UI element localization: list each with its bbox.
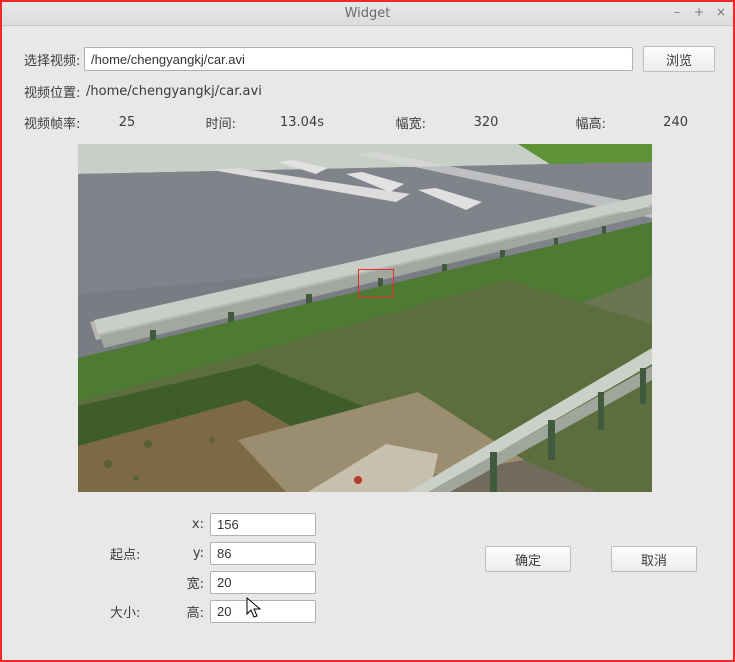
video-location-value: /home/chengyangkj/car.avi — [84, 84, 262, 99]
ok-button[interactable]: 确定 — [485, 546, 571, 572]
label-time: 时间: — [170, 113, 236, 132]
titlebar[interactable]: Widget – + × — [2, 2, 733, 26]
coord-grid: x: 起点: y: 宽: 大小: 高: — [110, 510, 320, 626]
roi-y-input[interactable] — [210, 542, 316, 565]
minimize-icon[interactable]: – — [669, 4, 685, 20]
value-height: 240 — [606, 115, 688, 130]
label-select-video: 选择视频: — [24, 50, 84, 69]
action-buttons: 确定 取消 — [485, 546, 697, 572]
roi-selection-box[interactable] — [358, 269, 394, 298]
row-select-video: 选择视频: 浏览 — [24, 46, 715, 72]
roi-h-input[interactable] — [210, 600, 316, 623]
label-width: 幅宽: — [368, 113, 426, 132]
value-width: 320 — [426, 115, 546, 130]
label-h: 高: — [180, 602, 210, 621]
label-start-point: 起点: — [110, 544, 180, 563]
label-y: y: — [180, 546, 210, 561]
content: 选择视频: 浏览 视频位置: /home/chengyangkj/car.avi… — [2, 26, 733, 660]
label-fps: 视频帧率: — [24, 113, 84, 132]
label-w: 宽: — [180, 573, 210, 592]
label-video-location: 视频位置: — [24, 82, 84, 101]
browse-button[interactable]: 浏览 — [643, 46, 715, 72]
value-time: 13.04s — [236, 115, 368, 130]
window: Widget – + × 选择视频: 浏览 视频位置: /home/chengy… — [0, 0, 735, 662]
window-title: Widget — [2, 6, 733, 21]
roi-x-input[interactable] — [210, 513, 316, 536]
row-video-info: 视频帧率: 25 时间: 13.04s 幅宽: 320 幅高: 240 — [24, 113, 715, 132]
label-height: 幅高: — [546, 113, 606, 132]
row-video-location: 视频位置: /home/chengyangkj/car.avi — [24, 82, 715, 101]
maximize-icon[interactable]: + — [691, 4, 707, 20]
cancel-button[interactable]: 取消 — [611, 546, 697, 572]
value-fps: 25 — [84, 115, 170, 130]
video-preview[interactable] — [78, 144, 652, 492]
video-frame-image — [78, 144, 652, 492]
label-x: x: — [180, 517, 210, 532]
video-path-input[interactable] — [84, 47, 633, 71]
roi-w-input[interactable] — [210, 571, 316, 594]
label-size: 大小: — [110, 602, 180, 621]
close-icon[interactable]: × — [713, 4, 729, 20]
wm-buttons: – + × — [669, 4, 729, 20]
coord-area: x: 起点: y: 宽: 大小: 高: 确定 取消 — [24, 510, 715, 626]
